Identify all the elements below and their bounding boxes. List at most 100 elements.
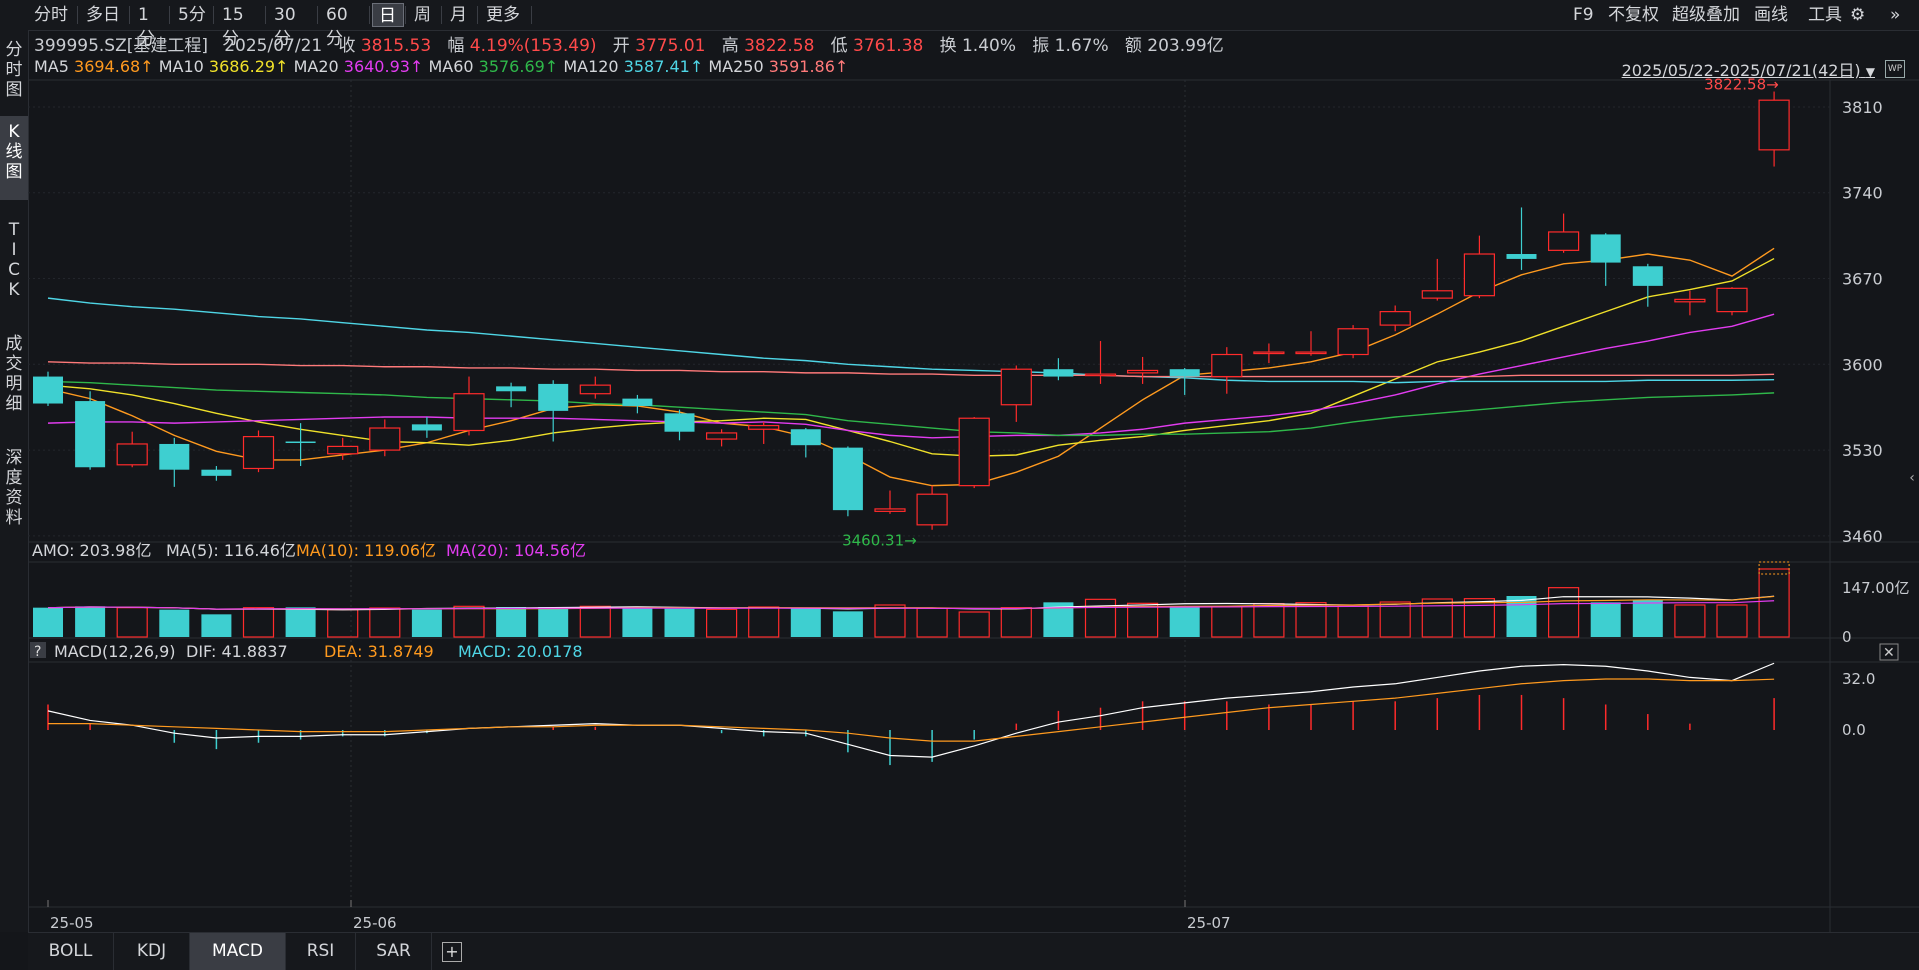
toolbar-no-adjust[interactable]: 不复权 [1608, 3, 1659, 27]
candle-body-down [664, 413, 695, 432]
amo-bar-down [411, 609, 442, 637]
indicator-tab-bar: BOLL KDJ MACD RSI SAR + [28, 932, 1919, 970]
tab-tick[interactable]: T I C K [0, 214, 28, 314]
toolbar-divider [477, 6, 478, 24]
candle-body-up [1253, 351, 1285, 355]
toolbar-draw-line[interactable]: 画线 [1754, 3, 1788, 27]
candle-body-up [1126, 369, 1159, 374]
amo-bar-up [1126, 602, 1159, 638]
candle-body-up [1463, 253, 1496, 297]
period-日[interactable]: 日 [372, 3, 404, 27]
tab-kline-chart[interactable]: K 线 图 [0, 116, 28, 200]
tab-trade-detail[interactable]: 成 交 明 细 [0, 328, 28, 428]
amo-bar-up [1421, 598, 1453, 638]
tab-sar[interactable]: SAR [356, 933, 432, 970]
candle-body-up [579, 384, 611, 395]
tab-intraday-chart[interactable]: 分 时 图 [0, 34, 28, 104]
macd-tick-label: 0.0 [1842, 721, 1866, 739]
candle-body-up [958, 417, 990, 487]
period-多日[interactable]: 多日 [80, 3, 128, 27]
amo-legend-item: MA(5): 116.46亿 [166, 541, 296, 560]
amo-bar-up [1253, 603, 1285, 638]
amo-tick-label: 147.00亿 [1842, 579, 1910, 597]
period-60分[interactable]: 60分 [320, 3, 368, 49]
candle-body-up [1337, 328, 1369, 356]
amo-bar-down [75, 606, 106, 637]
amo-bar-up [116, 607, 148, 638]
amo-bar-up [1295, 602, 1327, 638]
amo-bar-down [285, 607, 316, 637]
candle-body-up [1421, 290, 1453, 299]
amo-bar-down [33, 607, 63, 637]
amo-bar-down [201, 614, 232, 637]
ma-line-ma60 [47, 380, 1775, 437]
candle-body-up [1084, 373, 1117, 377]
toolbar-divider [129, 6, 130, 24]
price-tick-label: 3670 [1842, 270, 1883, 289]
amo-bar-up [1547, 587, 1580, 638]
candle-body-down [1506, 254, 1537, 259]
left-tab-bar: 分 时 图 K 线 图 T I C K 成 交 明 细深 度 资 料 [0, 30, 29, 932]
toolbar-f9[interactable]: F9 [1573, 3, 1594, 27]
candle-body-down [33, 376, 63, 404]
candle-body-up [1295, 351, 1327, 355]
amo-bar-up [1337, 605, 1369, 638]
amo-bar-up [1758, 568, 1790, 638]
amo-bar-up [327, 609, 359, 638]
amo-bar-up [874, 604, 906, 638]
collapse-right-panel-icon[interactable]: ‹ [1905, 470, 1919, 500]
x-tick-label: 25-06 [353, 914, 397, 932]
tab-kdj[interactable]: KDJ [114, 933, 190, 970]
candle-body-down [1590, 234, 1621, 263]
price-tick-label: 3740 [1842, 184, 1883, 203]
macd-help-icon-glyph: ? [34, 644, 41, 660]
toolbar-overlay[interactable]: 超级叠加 [1672, 3, 1740, 27]
period-月[interactable]: 月 [444, 3, 476, 27]
candle-body-up [242, 436, 275, 470]
tab-macd[interactable]: MACD [190, 933, 286, 970]
amo-bar-down [1590, 602, 1621, 637]
candle-body-up [916, 493, 948, 526]
ma-line-ma120 [47, 297, 1775, 384]
amo-bar-up [916, 607, 948, 638]
min-price-label: 3460.31→ [842, 532, 917, 550]
amo-bar-down [622, 607, 653, 637]
period-1分[interactable]: 1分 [132, 3, 168, 49]
candle-body-down [1043, 369, 1074, 377]
candle-body-up [1000, 368, 1032, 406]
toolbar-tools[interactable]: 工具 [1808, 3, 1842, 27]
candle-body-down [201, 469, 232, 476]
candle-body-down [790, 429, 821, 446]
amo-bar-down [832, 611, 863, 637]
period-更多[interactable]: 更多 [480, 3, 530, 27]
toolbar-divider [531, 6, 532, 24]
amo-bar-up [1084, 598, 1117, 638]
candle-body-down [832, 447, 863, 511]
amo-bar-up [1000, 607, 1032, 638]
amo-bar-down [664, 608, 695, 637]
macd-dif-line [47, 662, 1775, 758]
amo-bar-up [958, 611, 990, 638]
amo-bar-up [242, 607, 275, 638]
candle-body-up [327, 445, 359, 455]
period-5分[interactable]: 5分 [172, 3, 212, 27]
price-tick-label: 3530 [1842, 441, 1883, 460]
tab-rsi[interactable]: RSI [286, 933, 356, 970]
tab-in-depth-info[interactable]: 深 度 资 料 [0, 442, 28, 542]
gear-icon[interactable]: ⚙ [1850, 3, 1865, 27]
period-15分[interactable]: 15分 [216, 3, 264, 49]
period-30分[interactable]: 30分 [268, 3, 316, 49]
tab-boll[interactable]: BOLL [28, 933, 114, 970]
add-indicator-icon[interactable]: + [442, 942, 462, 962]
price-tick-label: 3460 [1842, 527, 1883, 546]
double-chevron-right-icon[interactable]: » [1890, 3, 1900, 27]
candle-body-up [1379, 311, 1411, 326]
chart-area: 3810 3740 3670 3600 3530 3460 3822.58→ 3460.31→… [28, 76, 1919, 932]
candle-body-down [622, 398, 653, 406]
amo-bar-down [538, 607, 569, 637]
macd-legend-item: MACD: 20.0178 [458, 642, 583, 661]
candle-body-up [1547, 231, 1580, 251]
period-分时[interactable]: 分时 [28, 3, 76, 27]
period-周[interactable]: 周 [408, 3, 440, 27]
toolbar-divider [77, 6, 78, 24]
